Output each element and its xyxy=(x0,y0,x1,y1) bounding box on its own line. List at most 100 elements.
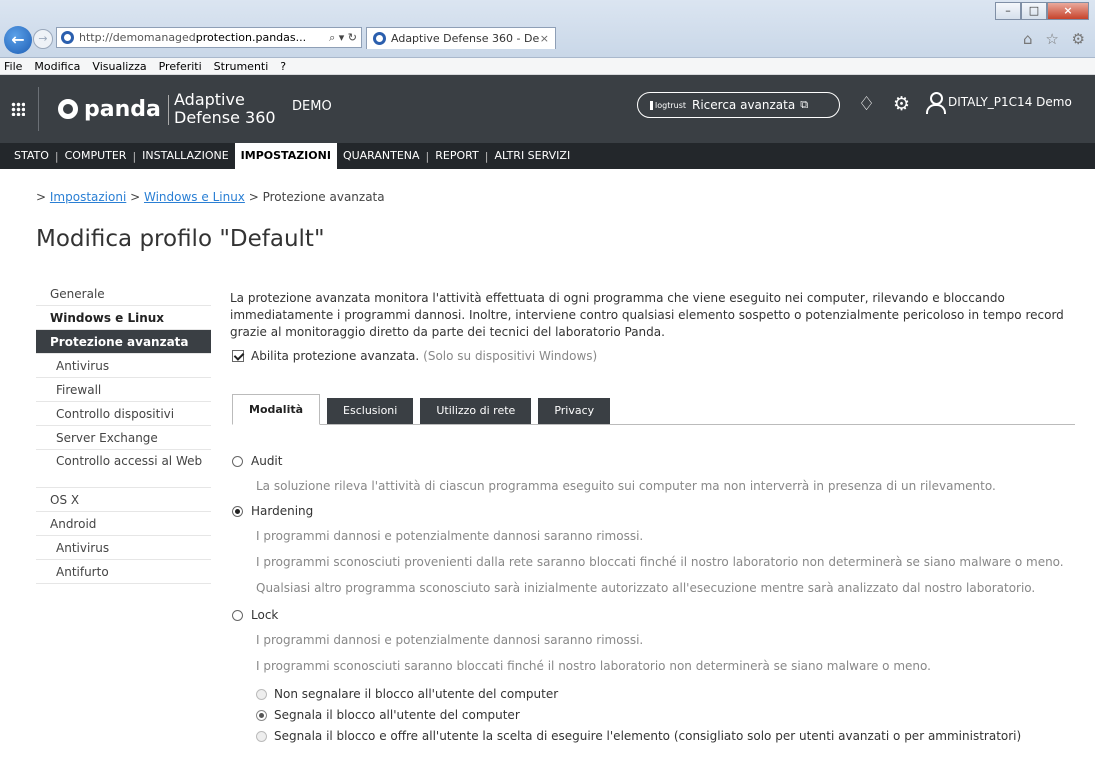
sidebar-item-android-antivirus[interactable]: Antivirus xyxy=(36,536,211,560)
protection-description: La protezione avanzata monitora l'attivi… xyxy=(230,291,1064,339)
sidebar-item-generale[interactable]: Generale xyxy=(36,282,211,306)
main-navigation: STATO | COMPUTER | INSTALLAZIONE IMPOSTA… xyxy=(0,143,1095,169)
nav-computer[interactable]: COMPUTER xyxy=(59,143,133,169)
user-icon xyxy=(926,91,946,114)
menu-visualizza[interactable]: Visualizza xyxy=(92,58,146,74)
app-grid-icon[interactable] xyxy=(11,102,25,116)
notify-label: Segnala il blocco all'utente del compute… xyxy=(274,708,520,722)
panda-logo-icon xyxy=(58,99,78,119)
brand-logo: panda xyxy=(84,97,161,122)
enable-advanced-protection[interactable]: Abilita protezione avanzata. (Solo su di… xyxy=(232,349,597,363)
sidebar-item-protezione-avanzata[interactable]: Protezione avanzata xyxy=(36,330,211,354)
menu-help[interactable]: ? xyxy=(280,58,286,74)
mode-lock[interactable]: Lock xyxy=(232,608,278,622)
notifications-bell-icon[interactable]: ♢ xyxy=(858,93,875,115)
tab-esclusioni[interactable]: Esclusioni xyxy=(327,398,414,424)
sidebar-item-antifurto[interactable]: Antifurto xyxy=(36,560,211,584)
breadcrumb-impostazioni[interactable]: Impostazioni xyxy=(50,190,126,204)
breadcrumb-windows-linux[interactable]: Windows e Linux xyxy=(144,190,245,204)
settings-sidebar: Generale Windows e Linux Protezione avan… xyxy=(36,282,211,584)
maximize-button[interactable]: □ xyxy=(1021,2,1047,20)
tab-utilizzo-rete[interactable]: Utilizzo di rete xyxy=(420,398,532,424)
app-header: panda Adaptive Defense 360 DEMO logtrust… xyxy=(0,75,1095,143)
sidebar-item-controllo-dispositivi[interactable]: Controllo dispositivi xyxy=(36,402,211,426)
external-link-icon: ⧉ xyxy=(800,98,809,111)
panda-favicon-icon xyxy=(61,31,74,44)
mode-audit[interactable]: Audit xyxy=(232,454,282,468)
hardening-label: Hardening xyxy=(251,504,314,518)
mode-hardening[interactable]: Hardening xyxy=(232,504,313,518)
breadcrumb: > Impostazioni > Windows e Linux > Prote… xyxy=(36,190,385,204)
audit-radio[interactable] xyxy=(232,455,243,467)
sidebar-item-windows-linux[interactable]: Windows e Linux xyxy=(36,306,211,330)
enable-checkbox[interactable] xyxy=(232,350,244,362)
nav-quarantena[interactable]: QUARANTENA xyxy=(337,143,426,169)
lock-suboption-no-notify[interactable]: Non segnalare il blocco all'utente del c… xyxy=(256,687,558,701)
advanced-search-label: Ricerca avanzata xyxy=(692,98,796,112)
enable-note: (Solo su dispositivi Windows) xyxy=(423,349,598,363)
lock-radio[interactable] xyxy=(232,609,243,621)
browser-chrome: – □ × ← → http://demomanagedprotection.p… xyxy=(0,0,1095,58)
sidebar-item-controllo-accessi-web[interactable]: Controllo accessi al Web xyxy=(36,450,211,488)
header-divider xyxy=(38,87,39,131)
hardening-radio[interactable] xyxy=(232,505,243,517)
sidebar-item-firewall[interactable]: Firewall xyxy=(36,378,211,402)
notify-allow-label: Segnala il blocco e offre all'utente la … xyxy=(274,729,1022,743)
user-name: DITALY_P1C14 Demo xyxy=(948,95,1072,109)
address-tools-icon[interactable]: ⌕ ▾ ↻ xyxy=(329,31,361,45)
demo-label: DEMO xyxy=(292,99,332,114)
tab-modalita[interactable]: Modalità xyxy=(232,394,321,425)
sidebar-item-android[interactable]: Android xyxy=(36,512,211,536)
menu-modifica[interactable]: Modifica xyxy=(34,58,80,74)
settings-gear-icon[interactable]: ⚙ xyxy=(893,93,910,115)
nav-installazione[interactable]: INSTALLAZIONE xyxy=(136,143,235,169)
lock-label: Lock xyxy=(251,608,279,622)
page-title: Modifica profilo "Default" xyxy=(36,226,325,252)
hardening-line-2: I programmi sconosciuti provenienti dall… xyxy=(256,555,1064,569)
lock-suboption-notify[interactable]: Segnala il blocco all'utente del compute… xyxy=(256,708,520,722)
sidebar-item-server-exchange[interactable]: Server Exchange xyxy=(36,426,211,450)
window-controls: – □ × xyxy=(995,2,1089,20)
tab-favicon-icon xyxy=(373,32,386,45)
sidebar-item-os-x[interactable]: OS X xyxy=(36,488,211,512)
browser-toolbar-icons[interactable]: ⌂ ☆ ⚙ xyxy=(1023,30,1089,48)
no-notify-radio[interactable] xyxy=(256,688,267,700)
notify-radio[interactable] xyxy=(256,709,267,721)
address-bar[interactable]: http://demomanagedprotection.pandas... ⌕… xyxy=(56,27,362,48)
forward-arrow-icon[interactable]: → xyxy=(33,29,53,49)
audit-label: Audit xyxy=(251,454,283,468)
tab-close-icon[interactable]: × xyxy=(540,32,555,45)
nav-stato[interactable]: STATO xyxy=(8,143,55,169)
browser-tab[interactable]: Adaptive Defense 360 - De... × xyxy=(366,27,556,49)
enable-label: Abilita protezione avanzata. xyxy=(251,349,420,363)
settings-tabs: Modalità Esclusioni Utilizzo di rete Pri… xyxy=(232,394,1075,425)
tab-privacy[interactable]: Privacy xyxy=(538,398,611,424)
nav-impostazioni[interactable]: IMPOSTAZIONI xyxy=(234,143,337,169)
minimize-button[interactable]: – xyxy=(995,2,1021,20)
nav-report[interactable]: REPORT xyxy=(429,143,484,169)
advanced-search-button[interactable]: logtrust Ricerca avanzata ⧉ xyxy=(637,92,840,118)
notify-allow-radio[interactable] xyxy=(256,730,267,742)
hardening-line-3: Qualsiasi altro programma sconosciuto sa… xyxy=(256,581,1036,595)
back-arrow-icon[interactable]: ← xyxy=(4,26,32,54)
tab-title: Adaptive Defense 360 - De... xyxy=(391,32,540,45)
user-menu[interactable]: DITALY_P1C14 Demo xyxy=(926,91,1072,114)
no-notify-label: Non segnalare il blocco all'utente del c… xyxy=(274,687,559,701)
logo-divider xyxy=(168,95,169,125)
browser-menubar: File Modifica Visualizza Preferiti Strum… xyxy=(0,58,1095,75)
hardening-line-1: I programmi dannosi e potenzialmente dan… xyxy=(256,529,644,543)
menu-preferiti[interactable]: Preferiti xyxy=(159,58,202,74)
nav-altri-servizi[interactable]: ALTRI SERVIZI xyxy=(488,143,576,169)
breadcrumb-current: > Protezione avanzata xyxy=(244,190,385,204)
url-text: http://demomanagedprotection.pandas... xyxy=(79,31,307,44)
menu-strumenti[interactable]: Strumenti xyxy=(214,58,269,74)
sidebar-item-antivirus[interactable]: Antivirus xyxy=(36,354,211,378)
lock-line-2: I programmi sconosciuti saranno bloccati… xyxy=(256,659,931,673)
logtrust-icon: logtrust xyxy=(650,100,686,110)
lock-suboption-notify-allow[interactable]: Segnala il blocco e offre all'utente la … xyxy=(256,729,1021,743)
close-window-button[interactable]: × xyxy=(1047,2,1089,20)
audit-description: La soluzione rileva l'attività di ciascu… xyxy=(256,479,996,493)
product-name: Adaptive Defense 360 xyxy=(174,90,276,127)
lock-line-1: I programmi dannosi e potenzialmente dan… xyxy=(256,633,644,647)
menu-file[interactable]: File xyxy=(4,58,22,74)
